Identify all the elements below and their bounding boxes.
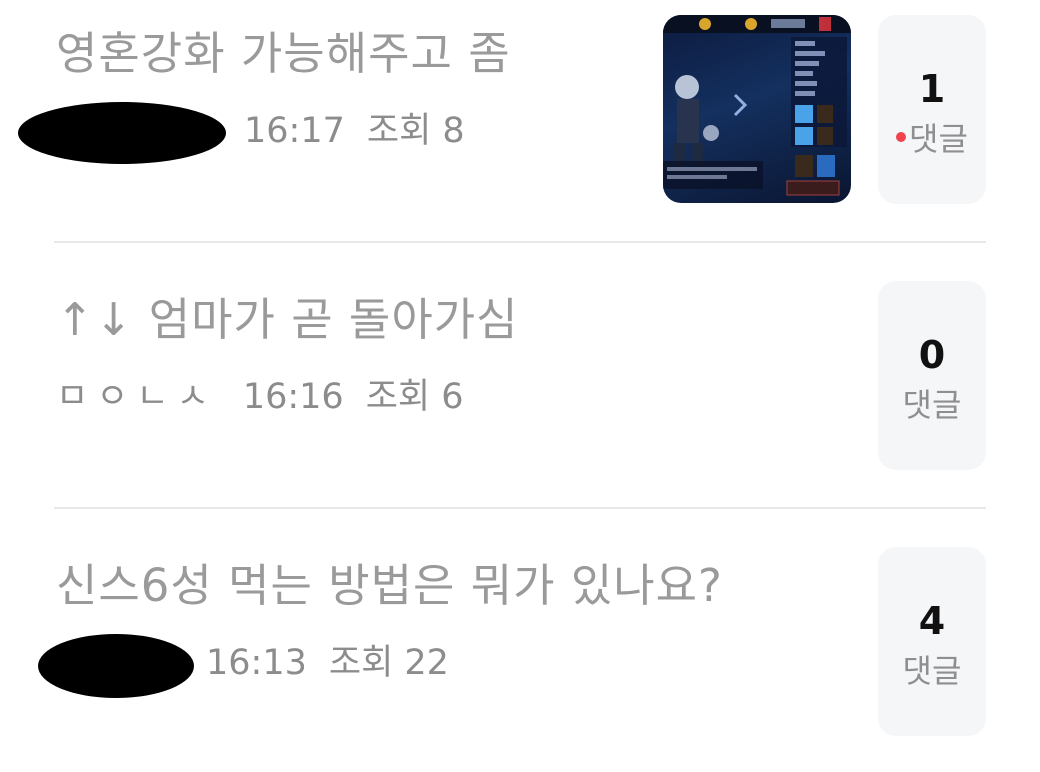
comment-count-button[interactable]: 1 댓글 [878,15,986,204]
post-thumbnail[interactable] [663,15,851,203]
comment-count: 0 [918,333,946,377]
post-views: 조회 8 [366,111,465,151]
new-comment-dot-icon [896,132,907,142]
divider [54,507,986,509]
comment-count: 1 [918,67,946,111]
comment-label: 댓글 [902,386,962,424]
divider [54,241,986,243]
post-views: 조회 6 [365,377,464,417]
comment-label: 댓글 [902,652,962,690]
post-meta: 16:13 조회 22 [206,638,449,688]
game-screenshot-image [663,15,851,196]
redacted-author [38,634,194,698]
comment-label-wrap: 댓글 [878,117,986,161]
comment-label: 댓글 [909,120,968,158]
post-title[interactable]: ↑↓ 엄마가 곧 돌아가심 [56,290,519,350]
post-meta: ㅁㅇㄴㅅ 16:16 조회 6 [56,372,463,422]
comment-count-button[interactable]: 4 댓글 [878,547,986,736]
redacted-author [18,102,226,164]
post-views: 조회 22 [328,643,449,683]
post-time: 16:16 [242,377,344,417]
post-item[interactable]: ↑↓ 엄마가 곧 돌아가심 ㅁㅇㄴㅅ 16:16 조회 6 0 댓글 [0,266,1040,506]
post-item[interactable]: 영혼강화 가능해주고 좀 16:17 조회 8 1 댓글 [0,0,1040,240]
comment-count: 4 [918,599,946,643]
post-title[interactable]: 신스6성 먹는 방법은 뭐가 있나요? [56,556,723,616]
post-title[interactable]: 영혼강화 가능해주고 좀 [56,24,511,84]
post-time: 16:13 [206,643,307,683]
post-item[interactable]: 신스6성 먹는 방법은 뭐가 있나요? 16:13 조회 22 4 댓글 [0,532,1040,772]
post-meta: 16:17 조회 8 [244,106,465,156]
post-author[interactable]: ㅁㅇㄴㅅ [56,372,217,422]
post-time: 16:17 [244,111,345,151]
comment-count-button[interactable]: 0 댓글 [878,281,986,470]
